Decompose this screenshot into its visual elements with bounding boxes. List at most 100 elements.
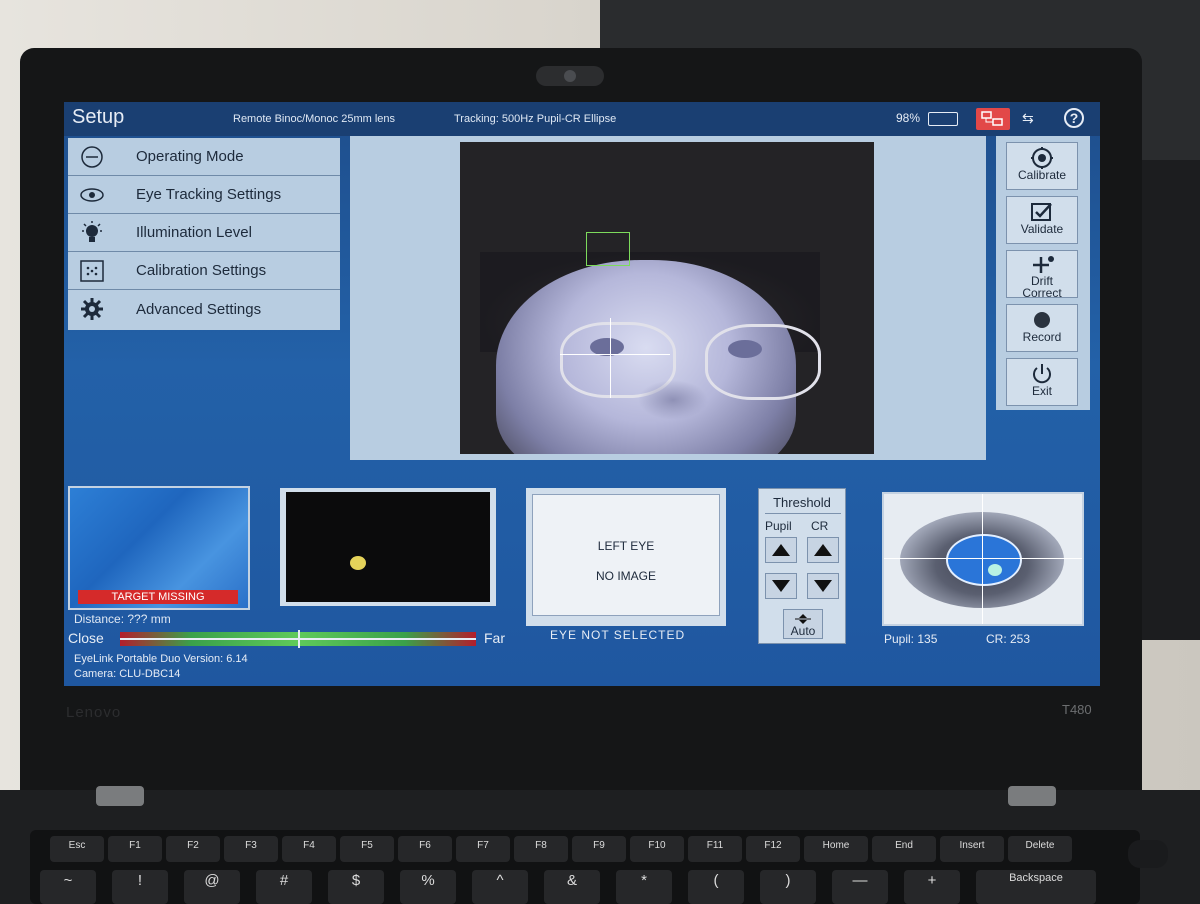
nose-shadow (638, 380, 708, 420)
glasses-right-lens (705, 324, 821, 400)
key-f3[interactable]: F3 (224, 836, 278, 862)
battery-text: 98% (896, 111, 921, 125)
key-symbol[interactable]: ) (760, 870, 816, 904)
auto-threshold-button[interactable]: Auto (783, 609, 823, 639)
usb-icon: ⇆ (1022, 110, 1034, 126)
menu-item-label: Illumination Level (136, 224, 252, 241)
auto-label: Auto (790, 624, 816, 638)
key-f9[interactable]: F9 (572, 836, 626, 862)
key-f4[interactable]: F4 (282, 836, 336, 862)
crosshair-horizontal (560, 354, 670, 355)
key-f2[interactable]: F2 (166, 836, 220, 862)
pupil-up-button[interactable] (765, 537, 797, 563)
key-f11[interactable]: F11 (688, 836, 742, 862)
crosshair-vertical (610, 318, 611, 398)
background-device (1140, 160, 1200, 640)
key-insert[interactable]: Insert (940, 836, 1004, 862)
keyboard: Esc F1 F2 F3 F4 F5 F6 F7 F8 F9 F10 F11 F12 Home End Ins… (30, 830, 1140, 904)
pupil-value: Pupil: 135 (884, 632, 938, 646)
key-symbol[interactable]: ( (688, 870, 744, 904)
cr-down-button[interactable] (807, 573, 839, 599)
arrow-down-icon (772, 580, 790, 592)
eye-not-selected-text: EYE NOT SELECTED (550, 628, 686, 642)
menu-item-eye-tracking[interactable]: Eye Tracking Settings (68, 176, 340, 214)
threshold-panel: Threshold Pupil CR Auto (758, 488, 846, 644)
gaze-view (286, 492, 490, 602)
key-f12[interactable]: F12 (746, 836, 800, 862)
key-f1[interactable]: F1 (108, 836, 162, 862)
key-symbol[interactable]: & (544, 870, 600, 904)
left-eye-title: LEFT EYE (597, 539, 655, 553)
page-title: Setup (72, 106, 125, 128)
cr-up-button[interactable] (807, 537, 839, 563)
camera-view[interactable] (460, 142, 874, 454)
laptop-model: T480 (1062, 702, 1092, 717)
camera-panel (350, 136, 986, 460)
help-icon[interactable]: ? (1064, 108, 1084, 128)
hinge-right (1008, 786, 1056, 806)
exit-button[interactable]: Exit (1006, 358, 1078, 406)
key-end[interactable]: End (872, 836, 936, 862)
arrow-up-icon (772, 544, 790, 556)
key-symbol[interactable]: % (400, 870, 456, 904)
key-symbol[interactable]: * (616, 870, 672, 904)
exit-label: Exit (1031, 384, 1052, 398)
key-backspace[interactable]: Backspace (976, 870, 1096, 904)
calibrate-label: Calibrate (1017, 168, 1067, 182)
key-symbol[interactable]: ^ (472, 870, 528, 904)
drift-correct-button[interactable]: Drift Correct (1006, 250, 1078, 300)
key-delete[interactable]: Delete (1008, 836, 1072, 862)
key-f10[interactable]: F10 (630, 836, 684, 862)
arrow-up-icon (814, 544, 832, 556)
menu-item-label: Calibration Settings (136, 262, 267, 279)
target-view: TARGET MISSING (68, 486, 250, 610)
key-symbol[interactable]: $ (328, 870, 384, 904)
key-symbol[interactable]: # (256, 870, 312, 904)
left-eye-status: NO IMAGE (595, 569, 656, 583)
close-label: Close (68, 630, 104, 646)
hinge-left (96, 786, 144, 806)
key-symbol[interactable]: @ (184, 870, 240, 904)
drift-correct-label: Drift Correct (1022, 274, 1062, 300)
key-esc[interactable]: Esc (50, 836, 104, 862)
menu-item-advanced[interactable]: Advanced Settings (68, 290, 340, 328)
gaze-panel (280, 488, 496, 606)
distance-marker (298, 630, 300, 648)
menu-item-operating-mode[interactable]: Operating Mode (68, 138, 340, 176)
battery-icon (928, 112, 958, 126)
gear-icon (68, 296, 116, 322)
power-button[interactable] (1128, 840, 1168, 868)
left-eye-panel[interactable]: LEFT EYE NO IMAGE (526, 488, 726, 626)
key-f8[interactable]: F8 (514, 836, 568, 862)
key-symbol[interactable]: + (904, 870, 960, 904)
network-icon[interactable] (976, 108, 1010, 130)
key-f7[interactable]: F7 (456, 836, 510, 862)
operating-mode-icon (68, 145, 116, 169)
key-home[interactable]: Home (804, 836, 868, 862)
far-label: Far (484, 630, 505, 646)
target-missing-badge: TARGET MISSING (78, 590, 238, 604)
validate-button[interactable]: Validate (1006, 196, 1078, 244)
pupil-down-button[interactable] (765, 573, 797, 599)
calibrate-button[interactable]: Calibrate (1006, 142, 1078, 190)
gaze-dot (350, 556, 366, 570)
key-symbol[interactable]: ~ (40, 870, 96, 904)
record-button[interactable]: Record (1006, 304, 1078, 352)
menu-item-calibration[interactable]: Calibration Settings (68, 252, 340, 290)
menu-item-label: Operating Mode (136, 148, 244, 165)
cr-value: CR: 253 (986, 632, 1031, 646)
key-minus[interactable]: — (832, 870, 888, 904)
checkbox-icon (1029, 201, 1055, 223)
eye-crosshair-vertical (982, 494, 983, 624)
key-f5[interactable]: F5 (340, 836, 394, 862)
menu-item-illumination[interactable]: Illumination Level (68, 214, 340, 252)
validate-label: Validate (1020, 222, 1064, 236)
arrow-down-icon (814, 580, 832, 592)
corneal-reflection (988, 564, 1002, 576)
screen: Setup Remote Binoc/Monoc 25mm lens Track… (64, 102, 1100, 686)
key-f6[interactable]: F6 (398, 836, 452, 862)
threshold-cr-label: CR (811, 519, 829, 533)
key-symbol[interactable]: ! (112, 870, 168, 904)
threshold-pupil-label: Pupil (765, 519, 792, 533)
pupil-overlay (946, 534, 1022, 586)
